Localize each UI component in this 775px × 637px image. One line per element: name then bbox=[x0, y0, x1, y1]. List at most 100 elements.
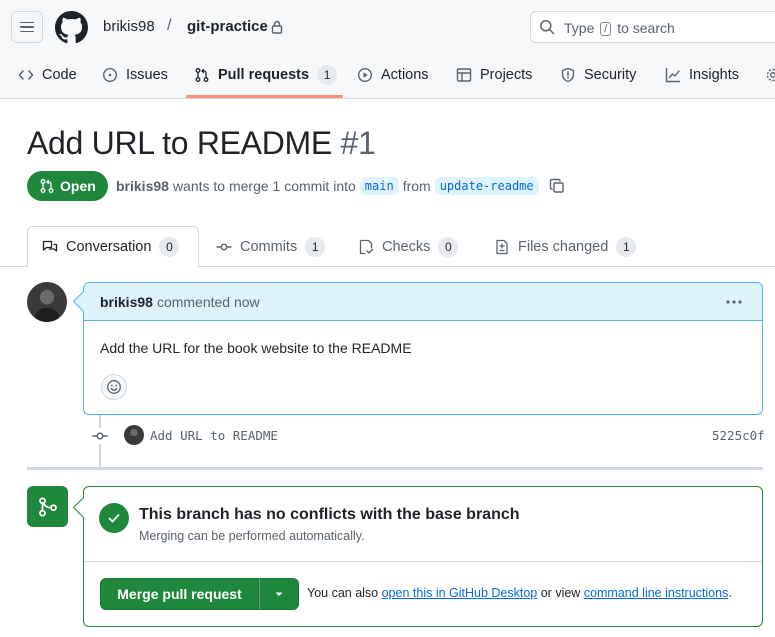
command-line-instructions-link[interactable]: command line instructions bbox=[584, 586, 729, 600]
merge-hint: You can also open this in GitHub Desktop… bbox=[307, 586, 732, 600]
search-placeholder: Type / to search bbox=[564, 20, 675, 36]
pr-number: #1 bbox=[340, 125, 376, 161]
nav-security-label: Security bbox=[584, 67, 637, 83]
pr-state-badge: Open bbox=[27, 171, 108, 201]
head-branch-link[interactable]: update-readme bbox=[434, 177, 539, 195]
merge-status: This branch has no conflicts with the ba… bbox=[84, 487, 762, 562]
tab-files-changed-label: Files changed bbox=[518, 238, 609, 255]
issue-opened-icon bbox=[102, 67, 118, 83]
tab-conversation-label: Conversation bbox=[66, 239, 152, 255]
merge-hint-prefix: You can also bbox=[307, 586, 379, 600]
nav-issues-label: Issues bbox=[126, 67, 168, 83]
check-icon bbox=[108, 514, 120, 523]
checklist-icon bbox=[359, 239, 374, 254]
commit-author-avatar[interactable] bbox=[124, 425, 144, 445]
tab-checks[interactable]: Checks 0 bbox=[358, 226, 459, 267]
commit-sha-link[interactable]: 5225c0f bbox=[712, 428, 765, 443]
table-icon bbox=[456, 68, 472, 82]
tab-commits[interactable]: Commits 1 bbox=[216, 226, 326, 267]
git-commit-icon bbox=[216, 242, 232, 250]
repo-nav: Code Issues Pull requests 1 Actions Proj… bbox=[0, 56, 775, 99]
tab-files-changed-count: 1 bbox=[616, 236, 637, 257]
comment-discussion-icon bbox=[42, 240, 58, 252]
tab-files-changed[interactable]: Files changed 1 bbox=[494, 226, 637, 267]
merge-status-title: This branch has no conflicts with the ba… bbox=[139, 506, 520, 523]
file-diff-icon bbox=[496, 239, 508, 254]
nav-insights-label: Insights bbox=[689, 67, 739, 83]
search-icon bbox=[540, 20, 555, 35]
git-pull-request-icon bbox=[195, 68, 209, 82]
tab-checks-label: Checks bbox=[382, 238, 431, 255]
git-pull-request-icon bbox=[40, 179, 54, 193]
nav-code[interactable]: Code bbox=[18, 56, 77, 94]
active-tab-underline bbox=[186, 95, 343, 98]
nav-projects[interactable]: Projects bbox=[456, 56, 532, 94]
merge-pull-request-button[interactable]: Merge pull request bbox=[100, 578, 259, 610]
shield-icon bbox=[561, 67, 575, 83]
merge-hint-suffix: . bbox=[728, 586, 732, 600]
comment-author-link[interactable]: brikis98 bbox=[100, 294, 153, 310]
pr-from-text: from bbox=[402, 178, 431, 194]
tab-commits-count: 1 bbox=[305, 236, 326, 257]
nav-actions[interactable]: Actions bbox=[357, 56, 429, 94]
add-reaction-button[interactable] bbox=[101, 374, 127, 400]
repo-owner-link[interactable]: brikis98 bbox=[103, 18, 155, 35]
nav-actions-label: Actions bbox=[381, 67, 429, 83]
merge-actions: Merge pull request You can also open thi… bbox=[84, 562, 762, 626]
github-logo-icon[interactable] bbox=[55, 11, 88, 44]
tab-commits-label: Commits bbox=[240, 238, 298, 255]
lock-icon bbox=[271, 20, 283, 34]
tab-checks-count: 0 bbox=[438, 236, 459, 257]
git-commit-icon bbox=[92, 428, 108, 444]
pr-meta: brikis98 wants to merge 1 commit into ma… bbox=[116, 177, 565, 195]
tab-conversation[interactable]: Conversation 0 bbox=[27, 226, 199, 268]
base-branch-link[interactable]: main bbox=[359, 177, 399, 195]
nav-code-label: Code bbox=[42, 67, 77, 83]
check-circle-icon bbox=[99, 503, 129, 533]
hamburger-line bbox=[20, 26, 34, 28]
graph-icon bbox=[665, 67, 681, 83]
copy-icon[interactable] bbox=[549, 178, 565, 194]
nav-issues[interactable]: Issues bbox=[102, 56, 168, 94]
pr-author-link[interactable]: brikis98 bbox=[116, 178, 169, 194]
merge-box: This branch has no conflicts with the ba… bbox=[83, 486, 763, 627]
menu-button[interactable] bbox=[11, 11, 43, 43]
pr-state-label: Open bbox=[60, 178, 96, 194]
commit-message-link[interactable]: Add URL to README bbox=[150, 428, 278, 443]
comment-timestamp[interactable]: commented now bbox=[157, 294, 260, 310]
search-input[interactable]: Type / to search bbox=[530, 11, 775, 43]
kebab-horizontal-icon[interactable] bbox=[724, 294, 744, 310]
avatar[interactable] bbox=[27, 282, 67, 322]
merge-status-subtitle: Merging can be performed automatically. bbox=[139, 529, 365, 543]
merge-method-dropdown[interactable] bbox=[259, 578, 299, 610]
pr-meta-text: wants to merge 1 commit into bbox=[172, 178, 356, 194]
nav-insights[interactable]: Insights bbox=[665, 56, 739, 94]
comment-body: Add the URL for the book website to the … bbox=[100, 340, 412, 356]
pr-title-text: Add URL to README bbox=[27, 125, 332, 161]
comment-header: brikis98 commented now bbox=[84, 283, 762, 321]
gear-icon bbox=[766, 68, 775, 82]
nav-projects-label: Projects bbox=[480, 67, 533, 83]
hamburger-line bbox=[20, 21, 34, 24]
breadcrumb-separator: / bbox=[167, 17, 172, 34]
git-merge-icon bbox=[38, 496, 57, 517]
open-in-desktop-link[interactable]: open this in GitHub Desktop bbox=[382, 586, 538, 600]
merge-status-icon-box bbox=[27, 486, 68, 527]
merge-hint-middle: or view bbox=[540, 586, 581, 600]
smiley-icon bbox=[107, 380, 121, 394]
timeline-divider bbox=[27, 467, 763, 470]
play-icon bbox=[357, 67, 373, 83]
triangle-down-icon bbox=[275, 592, 283, 596]
tab-conversation-count: 0 bbox=[159, 237, 180, 257]
slash-key-hint: / bbox=[600, 22, 612, 36]
nav-settings[interactable] bbox=[765, 56, 775, 94]
nav-security[interactable]: Security bbox=[560, 56, 636, 94]
repo-name-link[interactable]: git-practice bbox=[187, 18, 268, 35]
nav-pull-requests-label: Pull requests bbox=[218, 67, 310, 83]
pr-tabs: Conversation 0 Commits 1 Checks 0 Files … bbox=[0, 226, 775, 268]
app-header: brikis98 / git-practice Type / to search… bbox=[0, 0, 775, 99]
page-title: Add URL to README #1 bbox=[27, 125, 376, 162]
hamburger-line bbox=[20, 30, 34, 33]
nav-pull-requests[interactable]: Pull requests 1 bbox=[194, 56, 338, 94]
comment-box: brikis98 commented now Add the URL for t… bbox=[83, 282, 763, 415]
